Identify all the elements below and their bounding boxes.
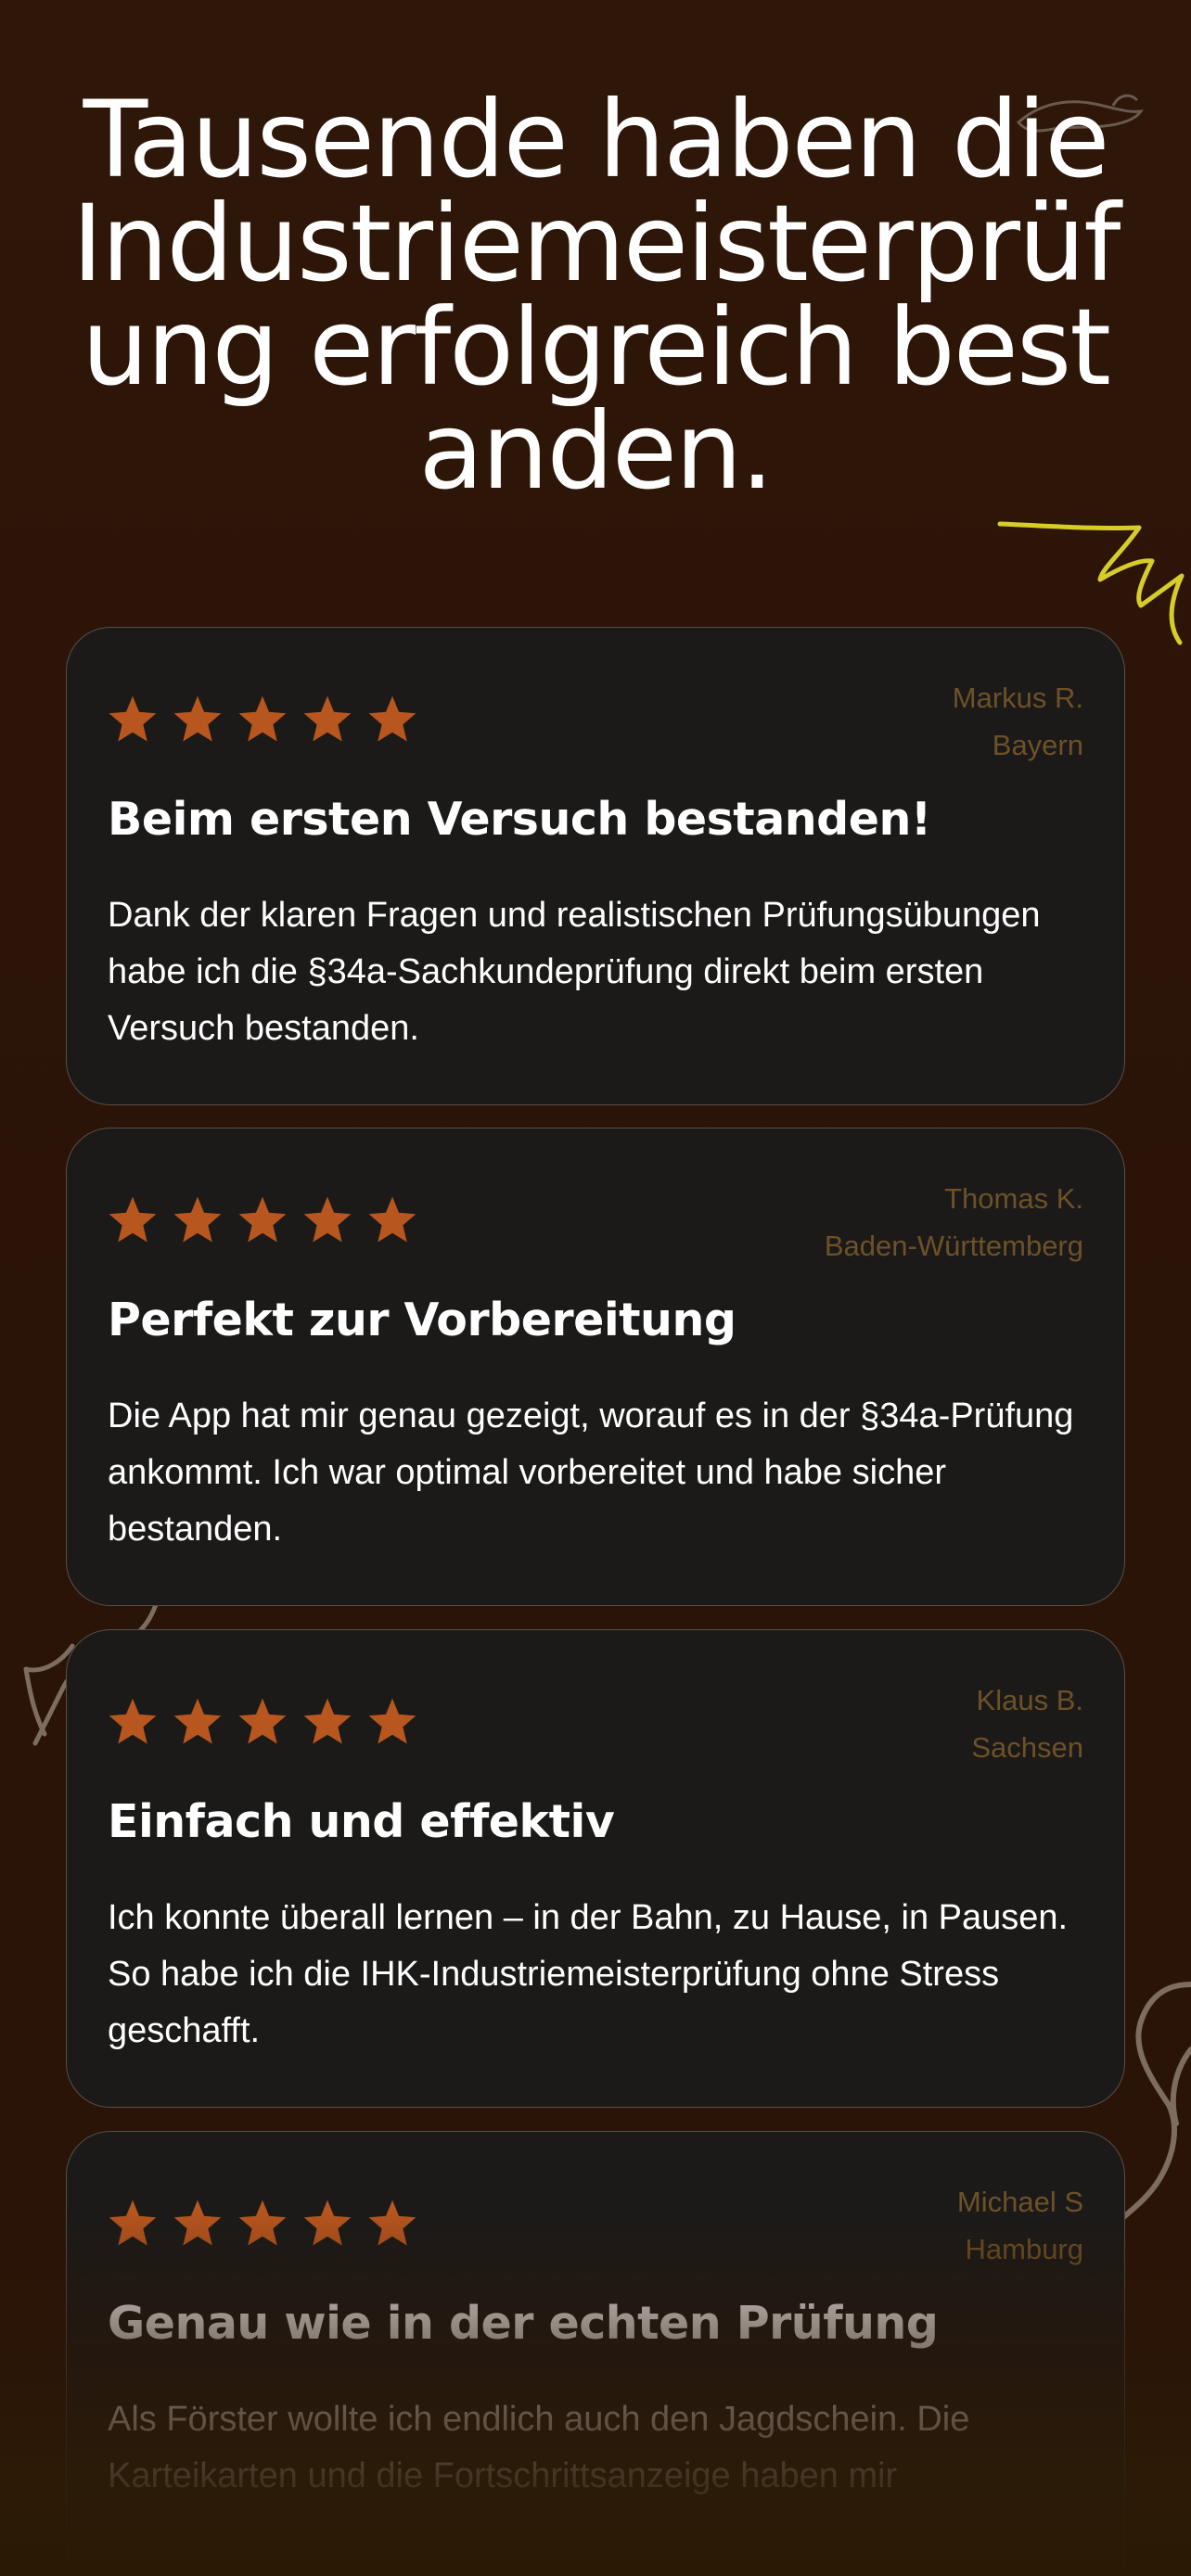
star-icon [368,2200,416,2246]
star-icon [368,1196,416,1243]
star-icon [173,695,222,742]
star-icon [368,695,416,742]
star-icon [303,1698,352,1744]
star-icon [303,2200,352,2246]
review-text: Als Förster wollte ich endlich auch den … [108,2400,970,2495]
review-text: Ich konnte überall lernen – in der Bahn,… [108,1898,1069,2050]
star-rating [106,2197,419,2251]
reviewer-region: Hamburg [965,2233,1084,2265]
reviewer-region: Bayern [992,729,1083,761]
review-card: Markus R. Bayern Beim ersten Versuch bes… [66,627,1125,1105]
star-rating [106,1695,419,1749]
reviewer-name: Michael S [956,2186,1083,2218]
star-icon [109,2200,157,2246]
review-card: Michael S Hamburg Genau wie in der echte… [66,2131,1125,2576]
star-rating [106,1193,419,1247]
reviewer-info: Michael S Hamburg [957,2178,1083,2273]
star-icon [173,1196,222,1243]
star-rating [106,693,419,746]
review-text: Die App hat mir genau gezeigt, worauf es… [108,1396,1074,1549]
star-icon [238,1698,287,1744]
star-icon [173,2200,222,2246]
reviewer-info: Markus R. Bayern [953,674,1083,769]
reviewer-name: Klaus B. [976,1684,1083,1716]
review-title: Beim ersten Versuch bestanden! [108,793,931,846]
review-text: Dank der klaren Fragen und realistischen… [108,896,1041,1048]
page-headline: Tausende haben die Industriemeisterprüfu… [71,78,1121,513]
review-title: Perfekt zur Vorbereitung [108,1294,736,1346]
star-icon [303,695,352,742]
star-icon [238,695,287,742]
star-icon [368,1698,416,1744]
star-icon [173,1698,222,1744]
testimonials-page: Tausende haben die Industriemeisterprüfu… [0,0,1191,2576]
star-icon [238,2200,287,2246]
reviewer-name: Markus R. [952,682,1083,714]
review-card: Klaus B. Sachsen Einfach und effektiv Ic… [66,1629,1125,2108]
review-card: Thomas K. Baden-Württemberg Perfekt zur … [66,1128,1125,1606]
reviewer-name: Thomas K. [944,1182,1083,1215]
reviewer-info: Klaus B. Sachsen [971,1677,1083,1771]
reviewer-region: Baden-Württemberg [824,1230,1083,1262]
star-icon [238,1196,287,1243]
star-icon [109,1196,157,1243]
star-icon [303,1196,352,1243]
review-title: Einfach und effektiv [108,1795,615,1848]
star-icon [109,1698,157,1744]
reviewer-region: Sachsen [971,1731,1083,1764]
review-title: Genau wie in der echten Prüfung [108,2297,939,2350]
reviewer-info: Thomas K. Baden-Württemberg [825,1175,1083,1269]
star-icon [109,695,157,742]
